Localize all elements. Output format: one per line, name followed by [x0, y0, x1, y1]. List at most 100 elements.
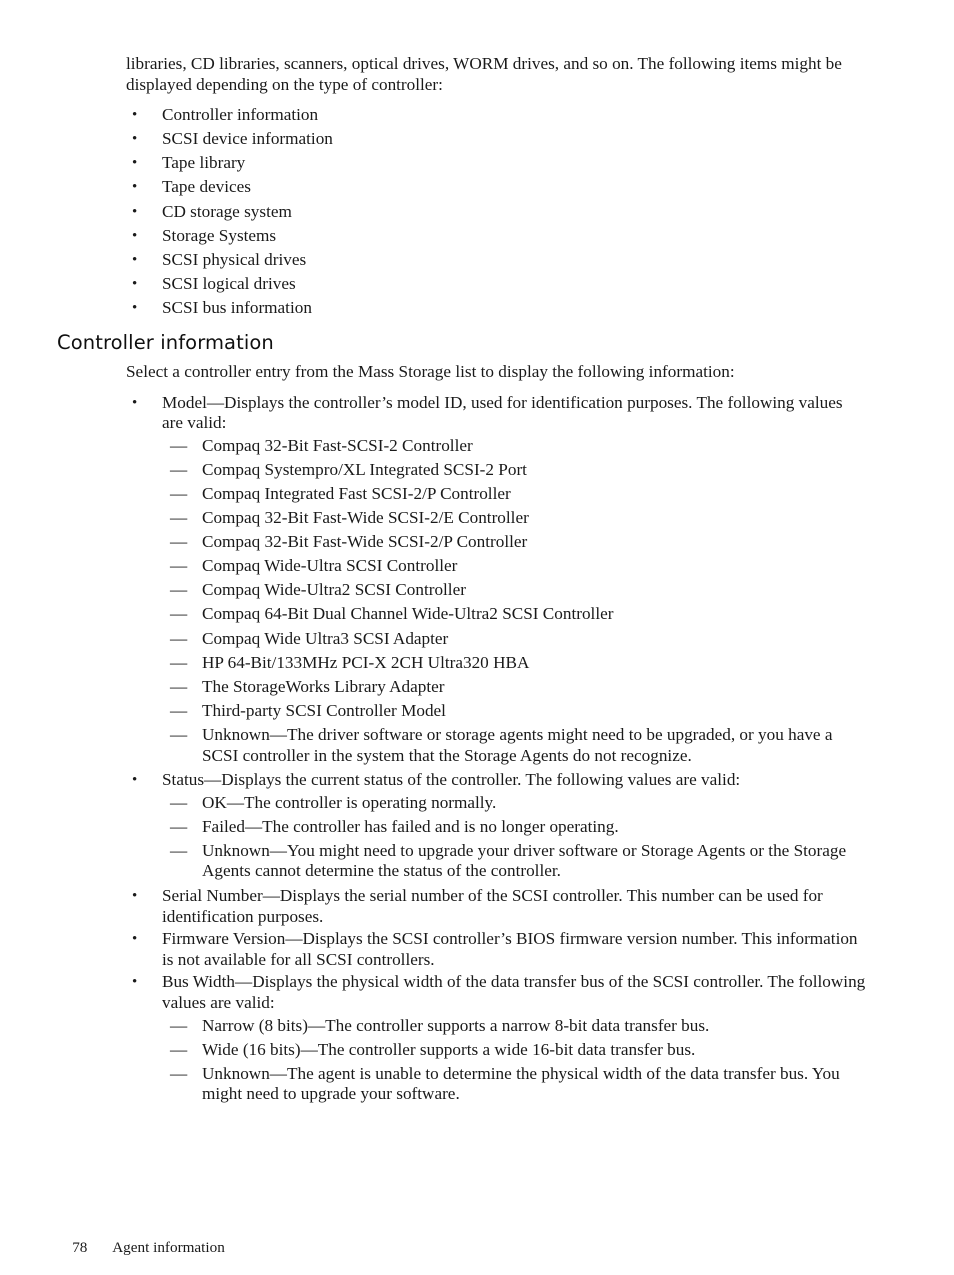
sub-list-item: — Third-party SCSI Controller Model	[164, 699, 866, 723]
list-item: • Model—Displays the controller’s model …	[126, 391, 866, 769]
list-item: • SCSI bus information	[126, 296, 860, 320]
sub-list-item: — Failed—The controller has failed and i…	[164, 815, 866, 839]
bullet-glyph: •	[132, 931, 138, 948]
sub-list-item: — Wide (16 bits)—The controller supports…	[164, 1038, 866, 1062]
bullet-glyph: •	[132, 179, 138, 196]
sub-list-item-label: Failed—The controller has failed and is …	[202, 816, 619, 836]
dash-glyph: —	[170, 628, 188, 648]
sub-list-item-label: Narrow (8 bits)—The controller supports …	[202, 1015, 710, 1035]
bullet-glyph: •	[132, 107, 138, 124]
list-item-label: Storage Systems	[162, 225, 277, 245]
sub-list-item-label: Wide (16 bits)—The controller supports a…	[202, 1039, 696, 1059]
sub-list-item: — Compaq Integrated Fast SCSI-2/P Contro…	[164, 482, 866, 506]
sub-list-item: — Compaq 64-Bit Dual Channel Wide-Ultra2…	[164, 602, 866, 626]
bullet-glyph: •	[132, 275, 138, 292]
dash-glyph: —	[170, 792, 188, 812]
list-item: • Storage Systems	[126, 224, 860, 248]
sub-list-item: — Narrow (8 bits)—The controller support…	[164, 1014, 866, 1038]
dash-glyph: —	[170, 483, 188, 503]
list-item: • SCSI device information	[126, 127, 860, 151]
list-item: • SCSI physical drives	[126, 248, 860, 272]
bullet-glyph: •	[132, 227, 138, 244]
list-item-label: Bus Width—Displays the physical width of…	[162, 972, 866, 1013]
dash-glyph: —	[170, 840, 188, 860]
list-item: • Serial Number—Displays the serial numb…	[126, 884, 866, 927]
lead-paragraph: Select a controller entry from the Mass …	[126, 362, 735, 381]
sub-list-item-label: Third-party SCSI Controller Model	[202, 700, 446, 720]
sub-list-item-label: Unknown—The agent is unable to determine…	[202, 1063, 840, 1104]
sub-list-item-label: HP 64-Bit/133MHz PCI-X 2CH Ultra320 HBA	[202, 652, 530, 672]
section-heading: Controller information	[57, 331, 274, 354]
sub-list-item: — The StorageWorks Library Adapter	[164, 675, 866, 699]
bullet-glyph: •	[132, 155, 138, 172]
sub-list-item: — OK—The controller is operating normall…	[164, 791, 866, 815]
sub-list-item: — Unknown—The agent is unable to determi…	[164, 1062, 866, 1107]
bullet-glyph: •	[132, 251, 138, 268]
sub-list-item-label: Compaq Integrated Fast SCSI-2/P Controll…	[202, 483, 511, 503]
sublist-wrapper: — Compaq 32-Bit Fast-SCSI-2 Controller —…	[164, 434, 866, 768]
model-value-list: — Compaq 32-Bit Fast-SCSI-2 Controller —…	[164, 434, 866, 768]
list-item-label: Controller information	[162, 105, 319, 125]
sub-list-item: — Compaq 32-Bit Fast-Wide SCSI-2/P Contr…	[164, 530, 866, 554]
sub-list-item: — Compaq Systempro/XL Integrated SCSI-2 …	[164, 458, 866, 482]
bus-width-value-list: — Narrow (8 bits)—The controller support…	[164, 1014, 866, 1107]
dash-glyph: —	[170, 700, 188, 720]
dash-glyph: —	[170, 724, 188, 744]
sub-list-item-label: Compaq Systempro/XL Integrated SCSI-2 Po…	[202, 459, 527, 479]
footer-chapter-title: Agent information	[112, 1239, 225, 1256]
list-item: • SCSI logical drives	[126, 272, 860, 296]
dash-glyph: —	[170, 1039, 188, 1059]
intro-bullet-list: • Controller information • SCSI device i…	[126, 103, 860, 320]
sub-list-item: — Compaq 32-Bit Fast-SCSI-2 Controller	[164, 434, 866, 458]
bullet-glyph: •	[132, 131, 138, 148]
list-item: • CD storage system	[126, 200, 860, 224]
sub-list-item: — Unknown—You might need to upgrade your…	[164, 839, 866, 884]
dash-glyph: —	[170, 508, 188, 528]
dash-glyph: —	[170, 652, 188, 672]
document-page: libraries, CD libraries, scanners, optic…	[0, 0, 954, 1271]
controller-information-section: Select a controller entry from the Mass …	[126, 362, 866, 1107]
sub-list-item-label: Compaq Wide-Ultra2 SCSI Controller	[202, 580, 466, 600]
sub-list-item-label: Unknown—You might need to upgrade your d…	[202, 840, 847, 881]
list-item: • Controller information	[126, 103, 860, 127]
bullet-glyph: •	[132, 299, 138, 316]
sub-list-item: — Compaq 32-Bit Fast-Wide SCSI-2/E Contr…	[164, 506, 866, 530]
sublist-wrapper: — Narrow (8 bits)—The controller support…	[164, 1014, 866, 1107]
bullet-glyph: •	[132, 974, 138, 991]
list-item-label: Serial Number—Displays the serial number…	[162, 886, 823, 926]
dash-glyph: —	[170, 816, 188, 836]
page-number: 78	[72, 1239, 88, 1256]
list-item-label: SCSI logical drives	[162, 273, 296, 293]
dash-glyph: —	[170, 1063, 188, 1083]
sub-list-item-label: Compaq 32-Bit Fast-Wide SCSI-2/P Control…	[202, 532, 528, 552]
bullet-glyph: •	[132, 772, 138, 789]
dash-glyph: —	[170, 604, 188, 624]
status-value-list: — OK—The controller is operating normall…	[164, 791, 866, 884]
list-item: • Firmware Version—Displays the SCSI con…	[126, 927, 866, 970]
dash-glyph: —	[170, 1015, 188, 1035]
sub-list-item-label: Compaq 64-Bit Dual Channel Wide-Ultra2 S…	[202, 604, 614, 624]
list-item-label: Status—Displays the current status of th…	[162, 770, 741, 790]
sub-list-item-label: Compaq 32-Bit Fast-Wide SCSI-2/E Control…	[202, 508, 529, 528]
list-item-label: SCSI physical drives	[162, 249, 307, 269]
sub-list-item-label: OK—The controller is operating normally.	[202, 792, 497, 812]
sub-list-item: — Unknown—The driver software or storage…	[164, 723, 866, 768]
bullet-glyph: •	[132, 203, 138, 220]
list-item-label: Tape library	[162, 153, 246, 173]
sub-list-item-label: Unknown—The driver software or storage a…	[202, 724, 833, 765]
sub-list-item-label: Compaq Wide Ultra3 SCSI Adapter	[202, 628, 449, 648]
controller-property-list: • Model—Displays the controller’s model …	[126, 391, 866, 1107]
list-item-label: SCSI bus information	[162, 297, 312, 317]
dash-glyph: —	[170, 580, 188, 600]
sub-list-item: — Compaq Wide-Ultra2 SCSI Controller	[164, 578, 866, 602]
bullet-glyph: •	[132, 394, 138, 411]
intro-section: libraries, CD libraries, scanners, optic…	[126, 54, 860, 320]
list-item: • Bus Width—Displays the physical width …	[126, 970, 866, 1107]
bullet-glyph: •	[132, 888, 138, 905]
dash-glyph: —	[170, 435, 188, 455]
list-item-label: CD storage system	[162, 201, 292, 221]
sub-list-item: — Compaq Wide-Ultra SCSI Controller	[164, 554, 866, 578]
list-item: • Tape devices	[126, 175, 860, 199]
list-item-label: SCSI device information	[162, 129, 333, 149]
sub-list-item-label: Compaq 32-Bit Fast-SCSI-2 Controller	[202, 435, 473, 455]
